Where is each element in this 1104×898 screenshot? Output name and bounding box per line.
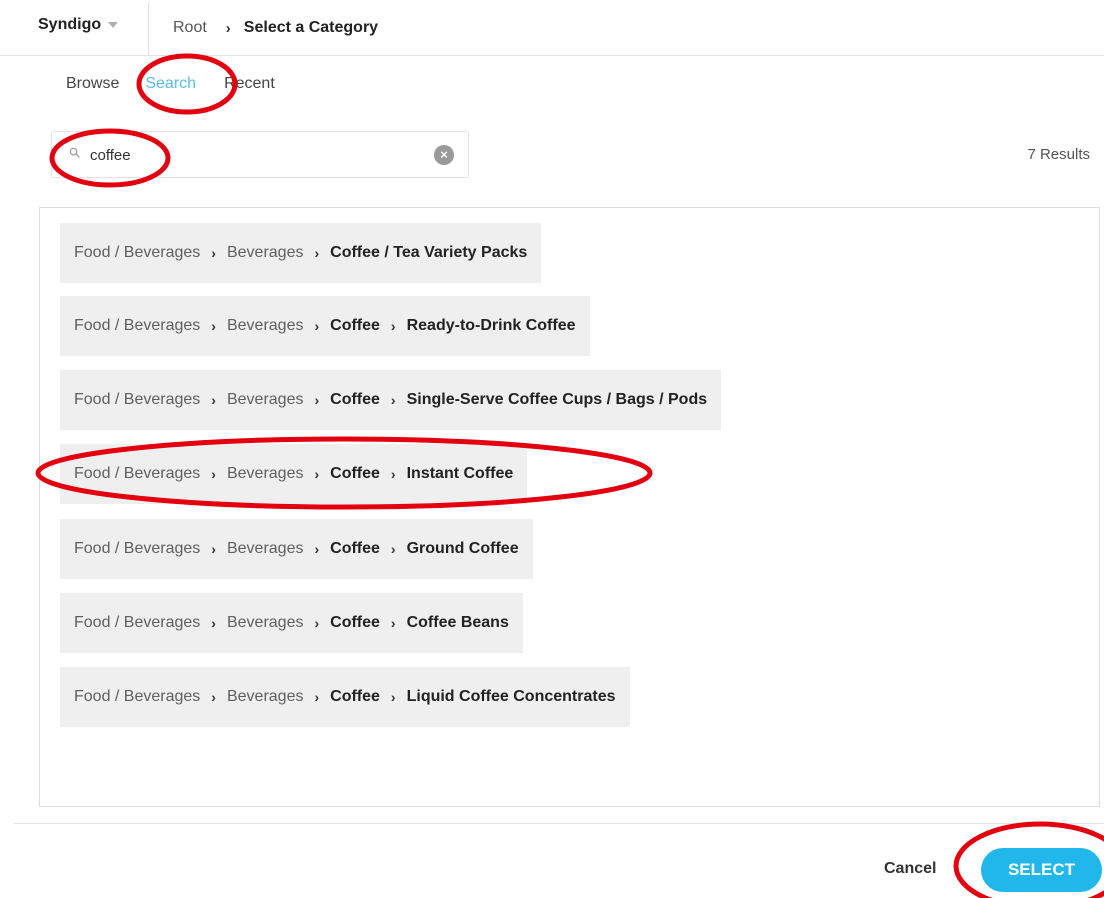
path-segment: Coffee xyxy=(330,614,380,631)
path-segment: Food / Beverages xyxy=(74,614,201,631)
chevron-right-icon: › xyxy=(211,615,216,631)
header-divider xyxy=(148,2,149,55)
search-icon xyxy=(69,147,80,158)
result-count: 7 Results xyxy=(1027,146,1090,163)
path-segment: Beverages xyxy=(226,540,304,557)
chevron-right-icon: › xyxy=(390,466,396,482)
results-list: Food / Beverages › Beverages › Coffee / … xyxy=(39,207,1100,807)
path-segment: Beverages xyxy=(226,688,304,705)
path-segment: Food / Beverages xyxy=(74,244,201,261)
chevron-right-icon: › xyxy=(314,541,320,557)
path-segment: Single-Serve Coffee Cups / Bags / Pods xyxy=(406,391,708,408)
chevron-right-icon: › xyxy=(390,318,396,334)
chevron-right-icon: › xyxy=(314,466,320,482)
caret-down-icon xyxy=(108,22,119,28)
path-segment: Beverages xyxy=(226,614,304,631)
result-item[interactable]: Food / Beverages › Beverages › Coffee › … xyxy=(60,370,722,430)
brand-name: Syndigo xyxy=(38,16,102,33)
path-segment: Instant Coffee xyxy=(406,465,514,482)
result-item[interactable]: Food / Beverages › Beverages › Coffee › … xyxy=(60,444,528,504)
path-segment: Food / Beverages xyxy=(74,391,201,408)
tab-search[interactable]: Search xyxy=(145,75,196,93)
search-input[interactable] xyxy=(90,142,430,168)
category-tabs: Browse Search Recent xyxy=(66,75,275,93)
path-segment: Liquid Coffee Concentrates xyxy=(406,688,616,705)
breadcrumb: Root › Select a Category xyxy=(173,19,378,37)
chevron-right-icon: › xyxy=(211,245,216,261)
path-segment: Beverages xyxy=(226,317,304,334)
chevron-right-icon: › xyxy=(314,615,320,631)
chevron-right-icon: › xyxy=(211,392,216,408)
result-item[interactable]: Food / Beverages › Beverages › Coffee › … xyxy=(60,519,533,579)
path-segment: Food / Beverages xyxy=(74,317,201,334)
select-button[interactable]: SELECT xyxy=(981,848,1102,892)
chevron-right-icon: › xyxy=(390,689,396,705)
path-segment: Coffee xyxy=(330,317,380,334)
chevron-right-icon: › xyxy=(211,466,216,482)
path-segment: Beverages xyxy=(226,391,304,408)
footer-divider xyxy=(14,823,1104,824)
path-segment: Coffee / Tea Variety Packs xyxy=(330,244,528,261)
app-header: Syndigo Root › Select a Category xyxy=(0,0,1104,56)
result-item[interactable]: Food / Beverages › Beverages › Coffee › … xyxy=(60,296,590,356)
path-segment: Food / Beverages xyxy=(74,688,201,705)
path-segment: Food / Beverages xyxy=(74,540,201,557)
chevron-right-icon: › xyxy=(314,245,320,261)
chevron-right-icon: › xyxy=(211,318,216,334)
chevron-right-icon: › xyxy=(390,541,396,557)
result-item[interactable]: Food / Beverages › Beverages › Coffee › … xyxy=(60,667,630,727)
path-segment: Beverages xyxy=(226,465,304,482)
tab-browse[interactable]: Browse xyxy=(66,75,119,93)
path-segment: Beverages xyxy=(226,244,304,261)
brand-menu[interactable]: Syndigo xyxy=(38,16,119,34)
path-segment: Ground Coffee xyxy=(406,540,519,557)
cancel-button[interactable]: Cancel xyxy=(884,860,936,878)
search-box: × xyxy=(51,131,469,178)
path-segment: Coffee xyxy=(330,540,380,557)
chevron-right-icon: › xyxy=(225,19,231,37)
chevron-right-icon: › xyxy=(211,541,216,557)
chevron-right-icon: › xyxy=(314,318,320,334)
path-segment: Coffee xyxy=(330,465,380,482)
chevron-right-icon: › xyxy=(390,392,396,408)
path-segment: Coffee xyxy=(330,391,380,408)
result-item[interactable]: Food / Beverages › Beverages › Coffee › … xyxy=(60,593,523,653)
path-segment: Coffee Beans xyxy=(406,614,509,631)
tab-recent[interactable]: Recent xyxy=(224,75,275,93)
path-segment: Ready-to-Drink Coffee xyxy=(406,317,576,334)
chevron-right-icon: › xyxy=(390,615,396,631)
breadcrumb-root[interactable]: Root xyxy=(173,19,207,37)
chevron-right-icon: › xyxy=(314,392,320,408)
result-item[interactable]: Food / Beverages › Beverages › Coffee / … xyxy=(60,223,542,283)
path-segment: Food / Beverages xyxy=(74,465,201,482)
chevron-right-icon: › xyxy=(314,689,320,705)
path-segment: Coffee xyxy=(330,688,380,705)
clear-search-icon[interactable]: × xyxy=(434,145,454,165)
chevron-right-icon: › xyxy=(211,689,216,705)
breadcrumb-current: Select a Category xyxy=(243,19,379,36)
